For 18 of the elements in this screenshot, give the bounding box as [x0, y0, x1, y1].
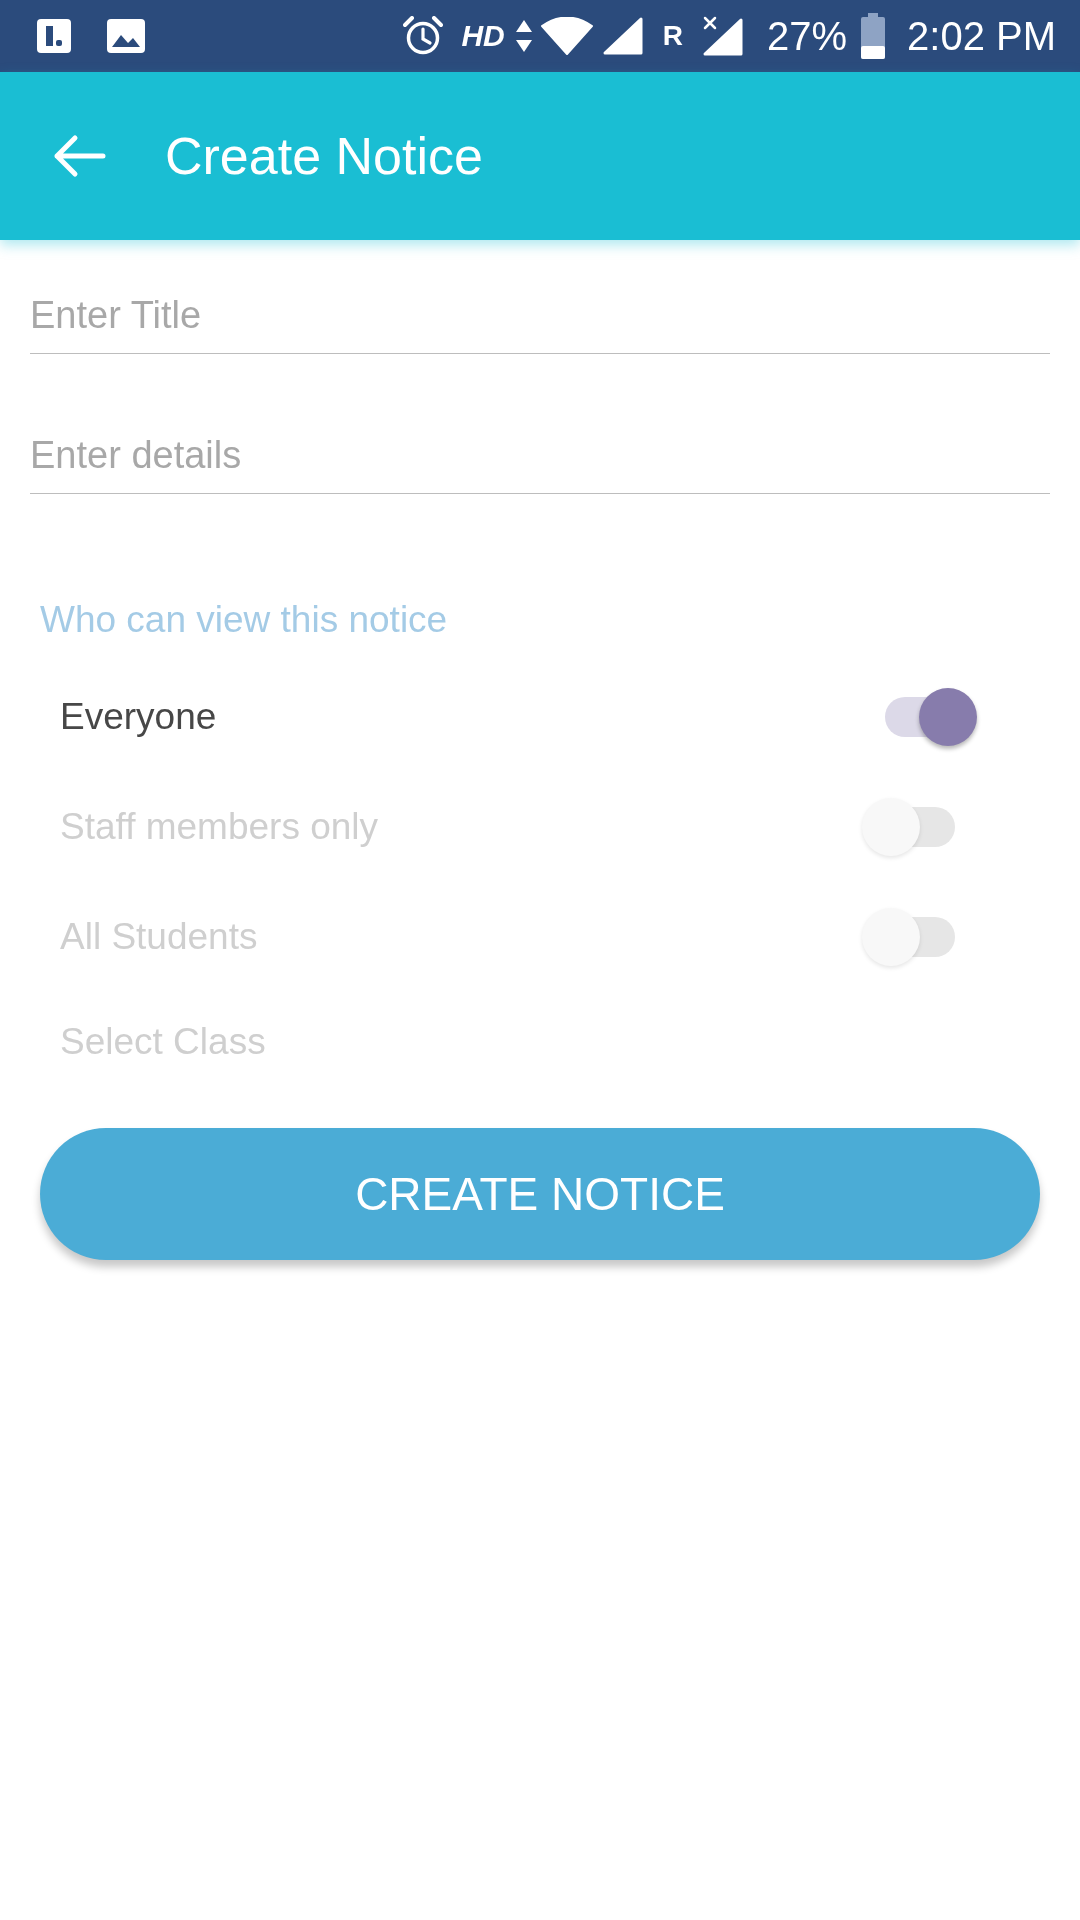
network-type-label: HD — [461, 19, 505, 53]
text-input-field[interactable]: Enter Title — [30, 280, 1050, 354]
option-label: Everyone — [60, 696, 218, 738]
clock-time: 2:02 PM — [907, 14, 1056, 58]
battery-icon — [861, 13, 886, 59]
create-notice-button[interactable]: CREATE NOTICE — [40, 1128, 1040, 1260]
wifi-icon — [540, 17, 593, 55]
battery-percent: 27% — [766, 14, 848, 58]
alarm-icon — [403, 16, 444, 56]
data-arrows-icon — [514, 20, 533, 52]
image-icon — [107, 19, 145, 53]
text-input-field[interactable]: Enter details — [30, 420, 1050, 494]
screen-title: Create Notice — [165, 126, 483, 186]
roaming-label: R — [662, 20, 683, 52]
back-arrow-icon[interactable] — [53, 134, 107, 178]
signal-icon — [602, 17, 643, 55]
app-icon — [37, 19, 71, 53]
section-heading: Who can view this notice — [40, 598, 448, 642]
